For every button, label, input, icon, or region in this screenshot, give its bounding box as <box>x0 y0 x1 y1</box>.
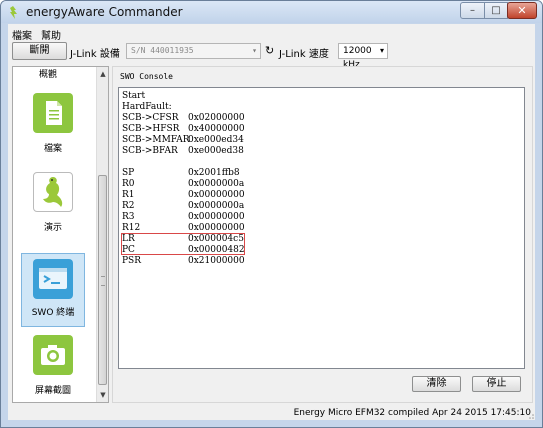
register-name: R0 <box>122 179 135 189</box>
maximize-icon: □ <box>491 5 501 16</box>
close-button[interactable]: ✕ <box>507 2 537 19</box>
register-value: 0x000004c5 <box>188 234 244 244</box>
menu-file[interactable]: 檔案 <box>12 27 32 42</box>
minimize-button[interactable]: – <box>460 2 485 19</box>
console-title: SWO Console <box>120 72 173 81</box>
speed-select[interactable]: 12000 kHz ▾ <box>338 43 388 70</box>
scroll-thumb[interactable] <box>98 175 107 385</box>
jlink-device-label: J-Link 設備 <box>70 49 120 60</box>
scroll-down-icon[interactable]: ▼ <box>97 389 108 401</box>
disconnect-button[interactable]: 斷開 <box>12 42 67 60</box>
stop-button[interactable]: 停止 <box>472 376 521 392</box>
clear-button[interactable]: 清除 <box>412 376 461 392</box>
register-name: LR <box>122 234 135 244</box>
sidebar: 概觀 檔案 演示 SWO 終端 屏幕截圖 ▲ ▼ <box>12 66 109 403</box>
toolbar: 斷開 J-Link 設備 S/N 440011935 ▾ ↻ J-Link 速度… <box>8 41 535 70</box>
register-value: 0x0000000a <box>188 179 245 189</box>
scroll-up-icon[interactable]: ▲ <box>97 68 108 80</box>
register-value: 0x21000000 <box>188 256 245 266</box>
menu-help[interactable]: 幫助 <box>41 27 61 42</box>
app-logo-icon <box>10 6 17 19</box>
window-title: energyAware Commander <box>26 5 183 19</box>
register-name: Start <box>122 91 146 101</box>
device-select[interactable]: S/N 440011935 ▾ <box>126 43 261 59</box>
register-name: HardFault: <box>122 102 172 112</box>
gecko-icon <box>33 172 73 212</box>
terminal-icon <box>33 259 73 299</box>
register-value: 0x2001ffb8 <box>188 168 240 178</box>
app-window: energyAware Commander – □ ✕ 檔案 幫助 斷開 J-L… <box>0 0 543 428</box>
sidebar-item-label: 屏幕截圖 <box>34 386 71 396</box>
close-icon: ✕ <box>517 4 527 17</box>
register-value: 0x00000482 <box>188 245 245 255</box>
sidebar-item-swo-terminal[interactable]: SWO 終端 <box>21 253 85 327</box>
register-value: 0x00000000 <box>188 190 245 200</box>
refresh-icon[interactable]: ↻ <box>265 44 274 57</box>
register-name: SCB->CFSR <box>122 113 179 123</box>
sidebar-item-label: 演示 <box>43 223 62 233</box>
swo-console-panel: SWO Console Start HardFault: SCB->CFSR 0x02… <box>112 66 533 403</box>
sidebar-item-label: 檔案 <box>43 144 62 154</box>
register-value: 0x0000000a <box>188 201 245 211</box>
chevron-down-icon: ▾ <box>252 46 257 55</box>
menu-bar: 檔案 幫助 <box>8 24 535 42</box>
register-name: SP <box>122 168 135 178</box>
register-value: 0x00000000 <box>188 212 245 222</box>
jlink-speed-label: J-Link 速度 <box>279 49 329 60</box>
title-bar[interactable]: energyAware Commander – □ ✕ <box>1 1 542 23</box>
register-value: 0xe000ed38 <box>188 146 244 156</box>
register-value: 0xe000ed34 <box>188 135 244 145</box>
grip-icon <box>101 276 105 286</box>
register-name: R3 <box>122 212 135 222</box>
sidebar-item-file[interactable]: 檔案 <box>23 93 83 154</box>
register-value: 0x00000000 <box>188 223 245 233</box>
register-value: 0x40000000 <box>188 124 245 134</box>
register-name: SCB->MMFAR <box>122 135 190 145</box>
status-text: Energy Micro EFM32 compiled Apr 24 2015 … <box>293 408 531 418</box>
register-name: R2 <box>122 201 135 211</box>
register-name: SCB->HFSR <box>122 124 180 134</box>
console-output[interactable]: Start HardFault: SCB->CFSR 0x02000000 SCB->H… <box>118 87 525 369</box>
register-name: SCB->BFAR <box>122 146 178 156</box>
resize-grip-icon[interactable] <box>525 410 535 420</box>
sidebar-scrollbar[interactable]: ▲ ▼ <box>96 67 108 402</box>
chevron-down-icon: ▾ <box>379 46 384 55</box>
maximize-button[interactable]: □ <box>484 2 508 19</box>
register-name: PC <box>122 245 135 255</box>
sidebar-item-label: 概觀 <box>39 70 58 80</box>
register-name: R12 <box>122 223 141 233</box>
device-select-value: S/N 440011935 <box>131 46 194 55</box>
sidebar-item-demo[interactable]: 演示 <box>23 172 83 233</box>
register-value: 0x02000000 <box>188 113 245 123</box>
sidebar-item-screenshot[interactable]: 屏幕截圖 <box>23 335 83 396</box>
minimize-icon: – <box>470 5 475 16</box>
register-name: R1 <box>122 190 135 200</box>
sidebar-item-label: SWO 終端 <box>31 308 75 318</box>
client-area: 檔案 幫助 斷開 J-Link 設備 S/N 440011935 ▾ ↻ J-L… <box>8 24 535 420</box>
camera-icon <box>33 335 73 375</box>
register-name: PSR <box>122 256 141 266</box>
status-bar: Energy Micro EFM32 compiled Apr 24 2015 … <box>8 406 535 420</box>
document-icon <box>33 93 73 133</box>
